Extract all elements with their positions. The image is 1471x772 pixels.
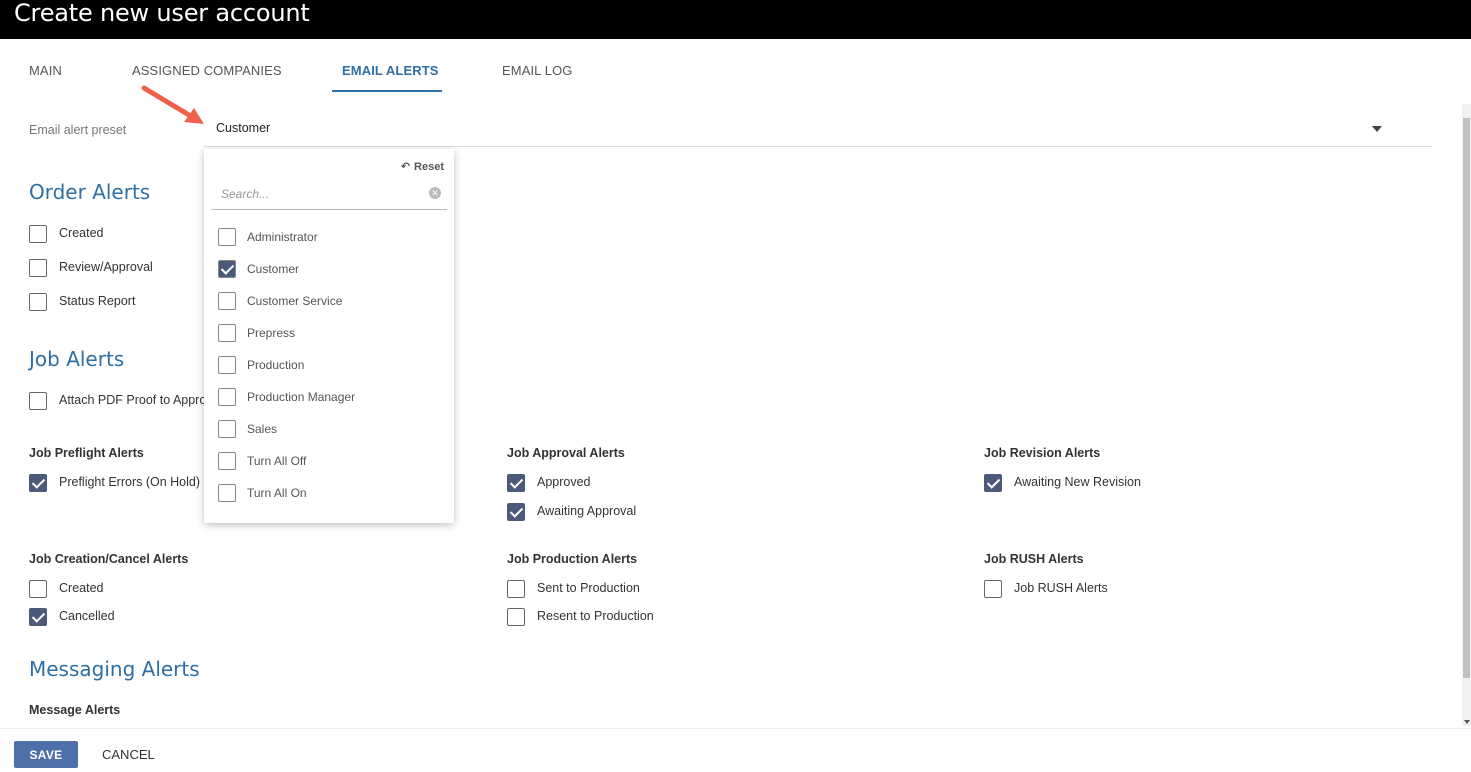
job-approval-title: Job Approval Alerts xyxy=(507,446,625,460)
checkbox-box[interactable] xyxy=(218,260,236,278)
job-creation-title: Job Creation/Cancel Alerts xyxy=(29,552,189,566)
undo-arrow-icon: ↶ xyxy=(400,161,411,173)
cancel-button[interactable]: CANCEL xyxy=(96,741,161,768)
checkbox-box[interactable] xyxy=(29,225,47,243)
option-label: Turn All On xyxy=(247,486,307,500)
tab-bar: MAIN ASSIGNED COMPANIES EMAIL ALERTS EMA… xyxy=(0,39,1471,93)
option-label: Production Manager xyxy=(247,390,356,404)
checkbox-label: Job RUSH Alerts xyxy=(1014,581,1108,595)
preset-value: Customer xyxy=(216,121,271,135)
preset-search-input[interactable] xyxy=(211,179,447,210)
option-label: Production xyxy=(247,358,305,372)
annotation-arrow-icon xyxy=(141,85,204,124)
checkbox-box[interactable] xyxy=(29,259,47,277)
checkbox-box[interactable] xyxy=(507,608,525,626)
preset-dropdown-menu: ↶Reset ✕ Administrator Customer Customer… xyxy=(204,149,454,523)
checkbox-box[interactable] xyxy=(507,474,525,492)
checkbox-box[interactable] xyxy=(218,484,236,502)
checkbox-box[interactable] xyxy=(218,324,236,342)
option-label: Sales xyxy=(247,422,278,436)
tab-main[interactable]: MAIN xyxy=(29,63,62,78)
job-rush-title: Job RUSH Alerts xyxy=(984,552,1084,566)
checkbox-label: Review/Approval xyxy=(59,260,153,274)
job-preflight-title: Job Preflight Alerts xyxy=(29,446,144,460)
tab-email-log[interactable]: EMAIL LOG xyxy=(502,63,573,78)
checkbox-box[interactable] xyxy=(29,474,47,492)
checkbox-label: Resent to Production xyxy=(537,609,654,623)
reset-button[interactable]: ↶ Reset xyxy=(401,160,444,173)
title-bar: Create new user account xyxy=(0,0,1471,39)
checkbox-label: Sent to Production xyxy=(537,581,640,595)
option-label: Prepress xyxy=(247,326,296,340)
checkbox-label: Created xyxy=(59,226,104,240)
scroll-down-icon[interactable] xyxy=(1464,720,1470,724)
option-label: Customer xyxy=(247,262,300,276)
checkbox-box[interactable] xyxy=(218,292,236,310)
vertical-scrollbar[interactable] xyxy=(1462,104,1471,726)
order-alerts-title: Order Alerts xyxy=(29,180,151,204)
checkbox-label: Created xyxy=(59,581,104,595)
job-alerts-title: Job Alerts xyxy=(29,347,125,371)
checkbox-box[interactable] xyxy=(218,228,236,246)
checkbox-box[interactable] xyxy=(984,474,1002,492)
message-alerts-title: Message Alerts xyxy=(29,703,121,717)
checkbox-box[interactable] xyxy=(984,580,1002,598)
option-label: Administrator xyxy=(247,230,318,244)
tab-assigned-companies[interactable]: ASSIGNED COMPANIES xyxy=(132,63,282,78)
reset-label: Reset xyxy=(414,161,444,173)
checkbox-label: Awaiting New Revision xyxy=(1014,475,1141,489)
checkbox-box[interactable] xyxy=(29,392,47,410)
clear-circle-icon[interactable]: ✕ xyxy=(429,187,441,199)
checkbox-box[interactable] xyxy=(507,580,525,598)
checkbox-box[interactable] xyxy=(218,452,236,470)
scrollbar-thumb[interactable] xyxy=(1463,118,1470,678)
form-footer: SAVE CANCEL xyxy=(0,728,1471,772)
checkbox-label: Approved xyxy=(537,475,591,489)
job-revision-title: Job Revision Alerts xyxy=(984,446,1101,460)
preset-select[interactable]: Customer xyxy=(204,112,1432,147)
checkbox-label: Cancelled xyxy=(59,609,115,623)
checkbox-box[interactable] xyxy=(29,580,47,598)
checkbox-label: Awaiting Approval xyxy=(537,504,637,518)
job-production-title: Job Production Alerts xyxy=(507,552,638,566)
window-title: Create new user account xyxy=(14,0,310,27)
checkbox-box[interactable] xyxy=(218,356,236,374)
preset-label: Email alert preset xyxy=(29,123,127,137)
caret-down-icon xyxy=(1372,126,1382,132)
checkbox-box[interactable] xyxy=(218,420,236,438)
checkbox-box[interactable] xyxy=(507,503,525,521)
checkbox-label: Preflight Errors (On Hold) xyxy=(59,475,201,489)
checkbox-box[interactable] xyxy=(29,293,47,311)
messaging-alerts-title: Messaging Alerts xyxy=(29,657,200,681)
checkbox-box[interactable] xyxy=(29,608,47,626)
save-button[interactable]: SAVE xyxy=(14,741,78,768)
checkbox-label: Status Report xyxy=(59,294,136,308)
option-label: Customer Service xyxy=(247,294,343,308)
checkbox-box[interactable] xyxy=(218,388,236,406)
option-label: Turn All Off xyxy=(247,454,307,468)
active-tab-indicator xyxy=(332,90,442,92)
tab-email-alerts[interactable]: EMAIL ALERTS xyxy=(342,63,439,78)
